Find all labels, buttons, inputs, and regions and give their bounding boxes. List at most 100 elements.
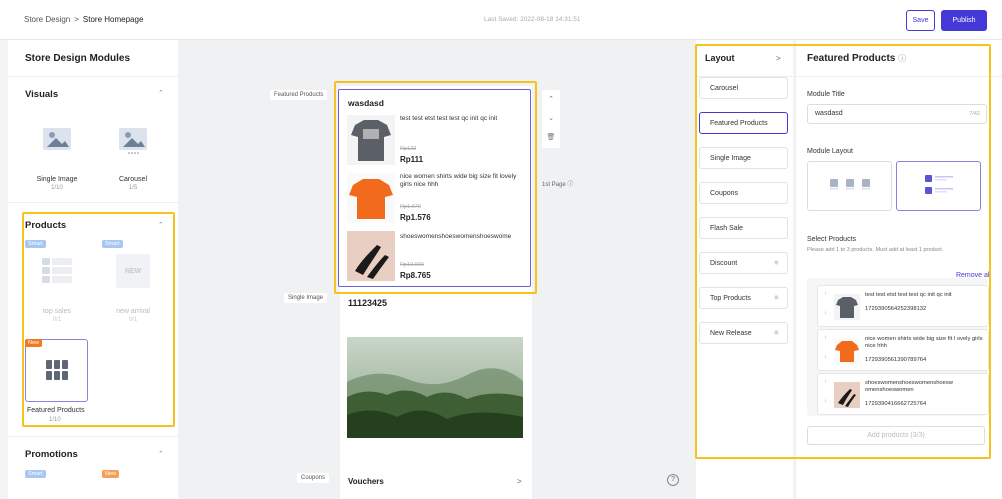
breadcrumb-root[interactable]: Store Design	[24, 15, 70, 24]
layout-item-label: Single Image	[710, 154, 751, 162]
module-label: new arrival	[116, 308, 150, 315]
canvas-label-featured[interactable]: Featured Products	[270, 90, 328, 100]
top-bar: Store Design > Store Homepage Last Saved…	[0, 0, 1002, 40]
featured-products-module[interactable]: wasdasd test test etst test test qc init…	[338, 89, 531, 287]
layout-item-label: New Release	[710, 329, 752, 337]
delete-icon[interactable]: 🗑	[542, 128, 560, 147]
layout-item-label: Coupons	[710, 189, 739, 197]
ranking-list-icon	[42, 258, 72, 283]
module-top-sales[interactable]: top sales 0/1	[22, 254, 92, 323]
module-settings-panel: Featured Products ⓘ Module Title wasdasd…	[795, 40, 1002, 499]
divider	[8, 436, 178, 437]
layout-item-carousel[interactable]: Carousel	[699, 77, 788, 99]
select-products-hint: Please add 1 to 3 products. Must add at …	[807, 247, 944, 253]
breadcrumb: Store Design > Store Homepage	[24, 15, 143, 24]
product-name: shoeswomenshoeswomenshoeswome	[400, 233, 512, 240]
save-button[interactable]: Save	[906, 10, 935, 31]
layout-item-label: Flash Sale	[710, 224, 744, 232]
hidden-eye-icon[interactable]: ◉	[774, 294, 779, 301]
breadcrumb-current: Store Homepage	[82, 15, 144, 24]
divider	[8, 76, 178, 77]
layout-item-top-products[interactable]: Top Products ◉	[699, 287, 788, 309]
char-count: 7/42	[969, 111, 980, 117]
selected-products-list: ↑ ↓ test test etst test test qc init qc …	[807, 278, 989, 416]
module-carousel[interactable]: Carousel 1/5	[98, 128, 168, 191]
move-down-icon[interactable]: ↓	[824, 354, 827, 360]
selected-product-item[interactable]: ↑ ↓ test test etst test test qc init qc …	[817, 285, 989, 327]
selected-product-item[interactable]: ↑ ↓ nice women shirts wide big size fit …	[817, 329, 989, 371]
product-image	[347, 115, 395, 165]
new-arrival-thumb: NEW	[116, 254, 150, 288]
chevron-right-icon[interactable]: >	[776, 54, 781, 63]
breadcrumb-separator: >	[74, 15, 79, 24]
help-icon[interactable]: ?	[667, 474, 679, 486]
layout-item-label: Top Products	[710, 294, 751, 302]
product-price: Rp8.765	[400, 271, 431, 280]
product-old-price: Rp123	[400, 146, 417, 152]
module-count: 1/10	[51, 185, 63, 191]
single-image-title: 11123425	[348, 298, 388, 308]
move-up-icon[interactable]: ↑	[824, 379, 827, 385]
module-count: 1/5	[128, 185, 138, 191]
move-down-icon[interactable]: ↓	[824, 398, 827, 404]
product-card[interactable]: nice women shirts wide big size fit love…	[347, 173, 527, 225]
vouchers-title: Vouchers	[348, 477, 384, 486]
product-id: 1729390564252398132	[865, 306, 927, 312]
module-count: 1/10	[49, 417, 61, 423]
product-card[interactable]: test test etst test test qc init qc init…	[347, 115, 527, 167]
product-image	[347, 231, 395, 281]
product-name: nice women shirts wide big size fit love…	[400, 173, 517, 188]
section-title-visuals: Visuals	[25, 89, 59, 100]
module-layout-label: Module Layout	[807, 148, 853, 155]
layout-item-discount[interactable]: Discount ◉	[699, 252, 788, 274]
divider	[8, 202, 178, 203]
landscape-image	[347, 337, 523, 438]
layout-item-coupons[interactable]: Coupons	[699, 182, 788, 204]
layout-item-flash-sale[interactable]: Flash Sale	[699, 217, 788, 239]
info-icon[interactable]: ⓘ	[898, 54, 906, 63]
module-controls: ⌃ ⌄ 🗑	[542, 90, 560, 148]
page-indicator: 1st Page ⓘ	[542, 182, 574, 188]
canvas-label-coupons[interactable]: Coupons	[297, 473, 330, 483]
smart-badge: Smart	[25, 470, 46, 478]
new-badge: New	[102, 470, 120, 478]
chevron-up-icon[interactable]: ⌃	[158, 89, 164, 97]
remove-all-link[interactable]: Remove all	[956, 272, 991, 279]
hidden-eye-icon[interactable]: ◉	[774, 329, 779, 336]
move-up-icon[interactable]: ↑	[824, 291, 827, 297]
module-title-label: Module Title	[807, 91, 845, 98]
product-price: Rp1.576	[400, 213, 431, 222]
layout-item-single-image[interactable]: Single Image	[699, 147, 788, 169]
move-up-icon[interactable]: ⌃	[542, 90, 560, 109]
module-count: 0/1	[128, 317, 138, 323]
layout-item-featured-products[interactable]: Featured Products	[699, 112, 788, 134]
move-up-icon[interactable]: ↑	[824, 335, 827, 341]
add-products-button[interactable]: Add products (3/3)	[807, 426, 985, 445]
module-label: Featured Products	[27, 407, 85, 414]
module-single-image[interactable]: Single Image 1/10	[22, 128, 92, 191]
chevron-up-icon[interactable]: ⌃	[158, 450, 164, 458]
carousel-icon	[119, 128, 147, 154]
grid-icon	[46, 360, 68, 380]
chevron-up-icon[interactable]: ⌃	[158, 221, 164, 229]
canvas-label-single-image[interactable]: Single Image	[284, 293, 328, 303]
grid-layout-icon	[830, 179, 870, 190]
move-down-icon[interactable]: ↓	[824, 310, 827, 316]
layout-option-list[interactable]	[896, 161, 981, 211]
sidebar-title: Store Design Modules	[25, 53, 131, 64]
product-name: nice women shirts wide big size fit l ov…	[865, 336, 983, 349]
module-featured-products[interactable]	[25, 339, 88, 402]
module-title-input[interactable]: wasdasd 7/42	[807, 104, 987, 124]
section-title-promotions: Promotions	[25, 449, 78, 460]
selected-product-item[interactable]: ↑ ↓ shoeswomenshoeswomenshoesw omenshoes…	[817, 373, 989, 415]
module-label: Carousel	[118, 176, 147, 183]
layout-option-grid[interactable]	[807, 161, 892, 211]
move-down-icon[interactable]: ⌄	[542, 109, 560, 128]
product-card[interactable]: shoeswomenshoeswomenshoeswome Rp10.000 R…	[347, 231, 527, 283]
module-new-arrival[interactable]: NEW new arrival 0/1	[98, 254, 168, 323]
chevron-right-icon[interactable]: >	[517, 477, 522, 486]
layout-item-new-release[interactable]: New Release ◉	[699, 322, 788, 344]
publish-button[interactable]: Publish	[941, 10, 987, 31]
settings-title: Featured Products ⓘ	[807, 53, 906, 64]
hidden-eye-icon[interactable]: ◉	[774, 259, 779, 266]
